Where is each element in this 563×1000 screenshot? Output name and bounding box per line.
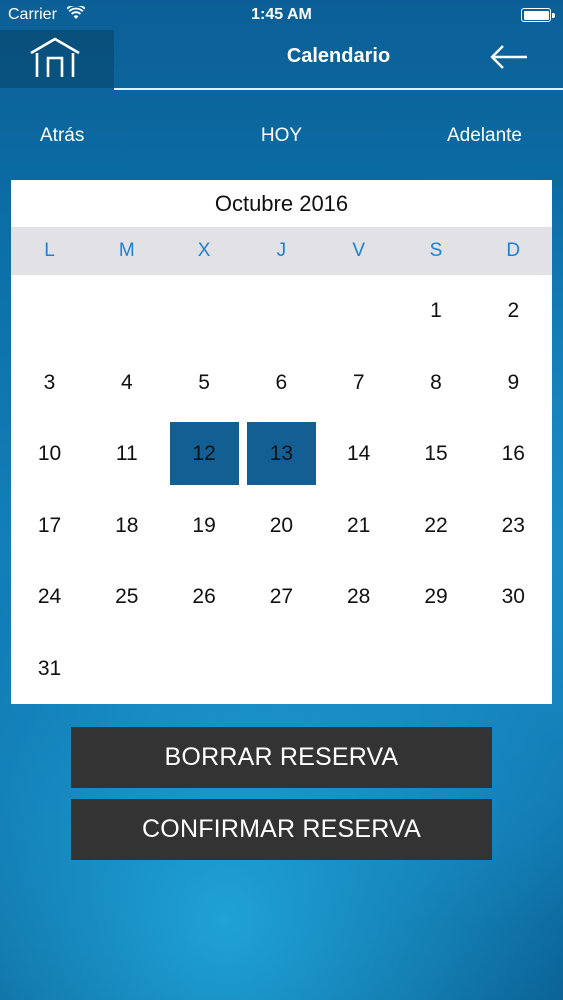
home-button[interactable] [0, 30, 114, 88]
calendar-day[interactable]: 30 [475, 565, 552, 629]
home-icon [30, 37, 80, 77]
calendar-day-number: 6 [275, 370, 288, 394]
calendar-day-number: 23 [501, 513, 525, 537]
calendar-day[interactable]: 18 [88, 494, 165, 558]
nav-bar: Calendario [0, 30, 563, 90]
calendar-day-number: 27 [269, 585, 294, 609]
calendar-day[interactable]: 12 [166, 422, 243, 486]
calendar-day[interactable]: 11 [88, 422, 165, 486]
back-arrow-icon[interactable] [489, 43, 529, 71]
month-title: Octubre 2016 [214, 191, 349, 216]
calendar-day-number: 25 [115, 585, 139, 609]
nav-divider [114, 88, 563, 90]
calendar-day[interactable]: 13 [243, 422, 320, 486]
calendar-day[interactable]: 25 [88, 565, 165, 629]
calendar-day-number: 14 [347, 442, 371, 466]
calendar-day[interactable]: 31 [11, 637, 88, 701]
calendar-day[interactable]: 28 [320, 565, 397, 629]
calendar-day-number: 7 [352, 370, 365, 394]
status-time: 1:45 AM [251, 6, 312, 23]
calendar: Octubre 2016 LMXJVSD 1 2 3 4 5 6 7 8 9 10 11 12 13 14… [11, 180, 552, 704]
calendar-day-number: 19 [192, 513, 216, 537]
calendar-day-number: 9 [507, 370, 520, 394]
calendar-day-number: 8 [430, 370, 442, 394]
calendar-day-number: 11 [115, 442, 138, 466]
calendar-day[interactable]: 1 [398, 279, 475, 343]
calendar-day-number: 3 [43, 370, 56, 394]
calendar-day-number: 16 [501, 442, 525, 466]
date-navigation: Atrás HOY Adelante [0, 120, 563, 150]
calendar-day-number: 12 [192, 442, 216, 466]
calendar-day[interactable]: 23 [475, 494, 552, 558]
weekday-label: M [118, 240, 135, 261]
status-bar: Carrier 1:45 AM [0, 0, 563, 30]
calendar-day[interactable]: 16 [475, 422, 552, 486]
calendar-day[interactable]: 20 [243, 494, 320, 558]
weekday-label: L [44, 240, 55, 261]
confirm-reservation-button[interactable]: CONFIRMAR RESERVA [71, 799, 492, 860]
calendar-day-number: 5 [198, 370, 210, 394]
calendar-day[interactable]: 5 [166, 351, 243, 415]
calendar-day-number: 31 [37, 657, 62, 680]
calendar-day[interactable]: 3 [11, 351, 88, 415]
calendar-day[interactable]: 29 [398, 565, 475, 629]
calendar-day[interactable]: 6 [243, 351, 320, 415]
calendar-day[interactable]: 21 [320, 494, 397, 558]
calendar-day[interactable]: 14 [320, 422, 397, 486]
calendar-day-number: 30 [501, 585, 525, 609]
delete-reservation-button[interactable]: BORRAR RESERVA [71, 727, 492, 788]
calendar-day-number: 18 [115, 513, 139, 537]
next-month-button[interactable]: Adelante [447, 125, 522, 147]
weekday-label: X [197, 240, 211, 261]
calendar-day-number: 17 [37, 513, 62, 537]
battery-icon [521, 8, 555, 22]
weekday-label: J [276, 240, 287, 261]
calendar-day-number: 4 [120, 370, 133, 394]
calendar-day[interactable]: 15 [398, 422, 475, 486]
weekday-header: LMXJVSD [11, 227, 552, 275]
calendar-day[interactable]: 22 [398, 494, 475, 558]
calendar-day[interactable]: 7 [320, 351, 397, 415]
calendar-day-number: 20 [269, 513, 294, 537]
calendar-day-number: 29 [424, 585, 448, 609]
calendar-day[interactable]: 9 [475, 351, 552, 415]
calendar-day-number: 28 [347, 585, 371, 609]
calendar-day-number: 13 [269, 442, 294, 466]
calendar-day-number: 24 [37, 585, 62, 609]
calendar-day[interactable]: 2 [475, 279, 552, 343]
calendar-day[interactable]: 8 [398, 351, 475, 415]
weekday-label: S [429, 240, 443, 261]
calendar-day[interactable]: 4 [88, 351, 165, 415]
calendar-day[interactable]: 24 [11, 565, 88, 629]
calendar-day-number: 26 [192, 585, 216, 609]
calendar-day-number: 21 [347, 513, 371, 537]
weekday-label: D [506, 240, 521, 261]
weekday-label: V [352, 240, 366, 261]
calendar-day-number: 10 [37, 442, 62, 466]
calendar-day-number: 15 [424, 442, 448, 466]
calendar-day[interactable]: 17 [11, 494, 88, 558]
calendar-day[interactable]: 19 [166, 494, 243, 558]
calendar-day[interactable]: 26 [166, 565, 243, 629]
calendar-day[interactable]: 27 [243, 565, 320, 629]
calendar-day-number: 1 [430, 299, 442, 322]
calendar-day-number: 22 [424, 513, 448, 537]
calendar-day[interactable]: 10 [11, 422, 88, 486]
calendar-day-number: 2 [507, 299, 520, 322]
